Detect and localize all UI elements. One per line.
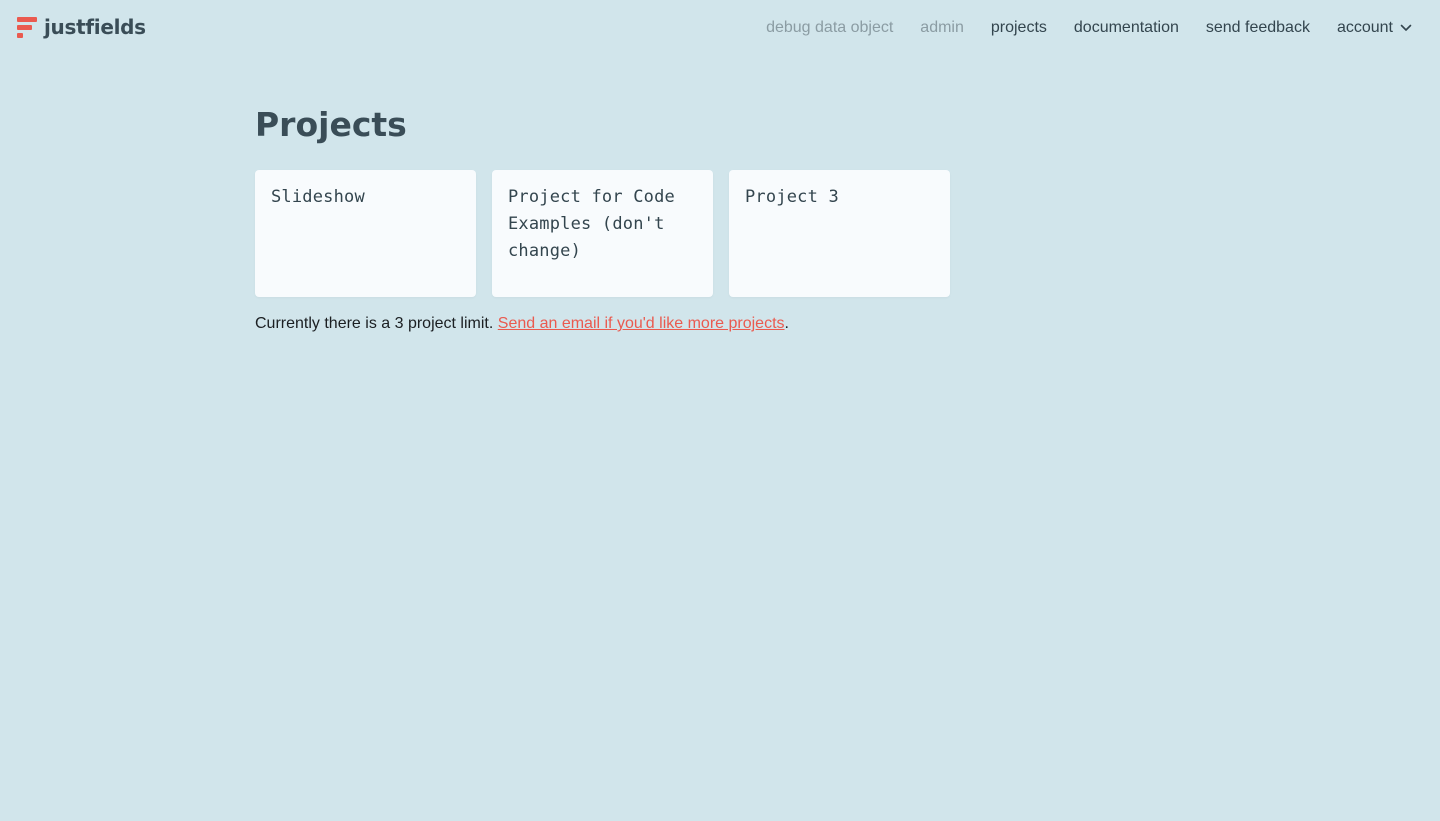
page-title: Projects: [255, 105, 407, 144]
project-limit-text: Currently there is a 3 project limit.: [255, 315, 494, 332]
project-card[interactable]: Slideshow: [255, 170, 476, 297]
main-nav: debug data object admin projects documen…: [739, 0, 1412, 56]
project-card-title: Project 3: [745, 187, 839, 207]
justfields-logo-icon: [17, 16, 37, 38]
nav-account-dropdown[interactable]: account: [1337, 19, 1412, 37]
project-card-title: Slideshow: [271, 187, 365, 207]
nav-send-feedback[interactable]: send feedback: [1206, 19, 1310, 37]
nav-documentation[interactable]: documentation: [1074, 19, 1179, 37]
project-limit-suffix: .: [784, 315, 789, 332]
nav-admin[interactable]: admin: [920, 19, 964, 37]
nav-debug-data-object[interactable]: debug data object: [766, 19, 893, 37]
top-navigation-bar: justfields debug data object admin proje…: [0, 0, 1440, 56]
project-card-list: Slideshow Project for Code Examples (don…: [255, 170, 950, 297]
brand-name: justfields: [44, 15, 146, 39]
request-more-projects-link[interactable]: Send an email if you'd like more project…: [498, 315, 785, 332]
project-limit-note: Currently there is a 3 project limit. Se…: [255, 315, 950, 333]
project-card[interactable]: Project for Code Examples (don't change): [492, 170, 713, 297]
project-card[interactable]: Project 3: [729, 170, 950, 297]
project-card-title: Project for Code Examples (don't change): [508, 187, 675, 261]
nav-account-label: account: [1336, 19, 1393, 36]
home-logo-link[interactable]: justfields: [17, 15, 146, 39]
chevron-down-icon: [1400, 24, 1412, 31]
projects-page: Projects Slideshow Project for Code Exam…: [255, 100, 950, 349]
nav-projects[interactable]: projects: [991, 19, 1047, 37]
